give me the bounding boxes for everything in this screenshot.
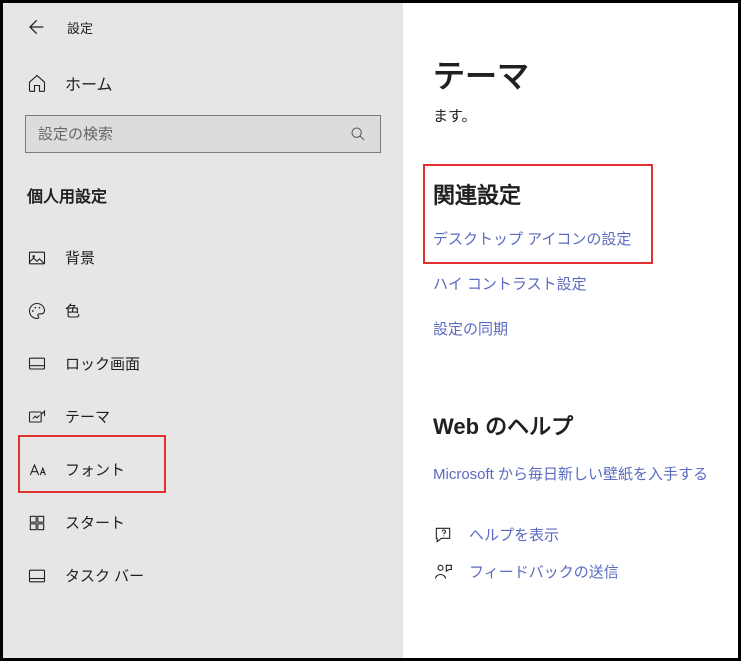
nav-label: ロック画面 [65, 353, 140, 374]
picture-icon [27, 248, 47, 268]
sidebar: 設定 ホーム 個人用設定 背景 [3, 3, 403, 658]
main-panel: テーマ ます。 関連設定 デスクトップ アイコンの設定 ハイ コントラスト設定 … [403, 3, 738, 658]
nav-label: 色 [65, 300, 80, 321]
related-heading: 関連設定 [433, 178, 738, 210]
nav-label: 背景 [65, 247, 95, 268]
link-high-contrast[interactable]: ハイ コントラスト設定 [433, 273, 738, 294]
search-input-wrap[interactable] [25, 115, 381, 153]
nav-item-lockscreen[interactable]: ロック画面 [3, 337, 403, 390]
nav-label: フォント [65, 459, 125, 480]
related-settings-section: 関連設定 デスクトップ アイコンの設定 [433, 178, 738, 273]
nav-item-start[interactable]: スタート [3, 496, 403, 549]
back-icon[interactable] [25, 17, 45, 37]
link-desktop-icons[interactable]: デスクトップ アイコンの設定 [433, 228, 738, 249]
nav-item-theme[interactable]: テーマ [3, 390, 403, 443]
lockscreen-icon [27, 354, 47, 374]
help-feedback[interactable]: フィードバックの送信 [433, 561, 738, 582]
feedback-icon [433, 562, 453, 582]
page-subtext: ます。 [433, 105, 738, 126]
nav-item-taskbar[interactable]: タスク バー [3, 549, 403, 602]
section-title: 個人用設定 [3, 173, 403, 217]
start-icon [27, 513, 47, 533]
nav-list: 背景 色 ロック画面 テーマ [3, 217, 403, 602]
search-icon [348, 124, 368, 144]
search-input[interactable] [38, 126, 348, 143]
help-label: ヘルプを表示 [469, 524, 559, 545]
page-title: テーマ [433, 51, 738, 97]
home-button[interactable]: ホーム [3, 65, 403, 107]
theme-icon [27, 407, 47, 427]
nav-item-color[interactable]: 色 [3, 284, 403, 337]
link-wallpaper[interactable]: Microsoft から毎日新しい壁紙を入手する [433, 463, 738, 484]
settings-window: 設定 ホーム 個人用設定 背景 [0, 0, 741, 661]
font-icon [27, 460, 47, 480]
palette-icon [27, 301, 47, 321]
webhelp-heading: Web のヘルプ [433, 409, 738, 441]
nav-label: スタート [65, 512, 125, 533]
home-icon [27, 73, 47, 93]
home-label: ホーム [65, 71, 113, 95]
feedback-label: フィードバックの送信 [469, 561, 619, 582]
search-container [3, 107, 403, 173]
link-sync-settings[interactable]: 設定の同期 [433, 318, 738, 339]
nav-label: タスク バー [65, 565, 144, 586]
help-bubble-icon [433, 525, 453, 545]
taskbar-icon [27, 566, 47, 586]
nav-item-font[interactable]: フォント [3, 443, 403, 496]
window-title: 設定 [67, 18, 93, 37]
window-header: 設定 [3, 17, 403, 65]
nav-label: テーマ [65, 406, 110, 427]
nav-item-background[interactable]: 背景 [3, 231, 403, 284]
help-show-help[interactable]: ヘルプを表示 [433, 524, 738, 545]
